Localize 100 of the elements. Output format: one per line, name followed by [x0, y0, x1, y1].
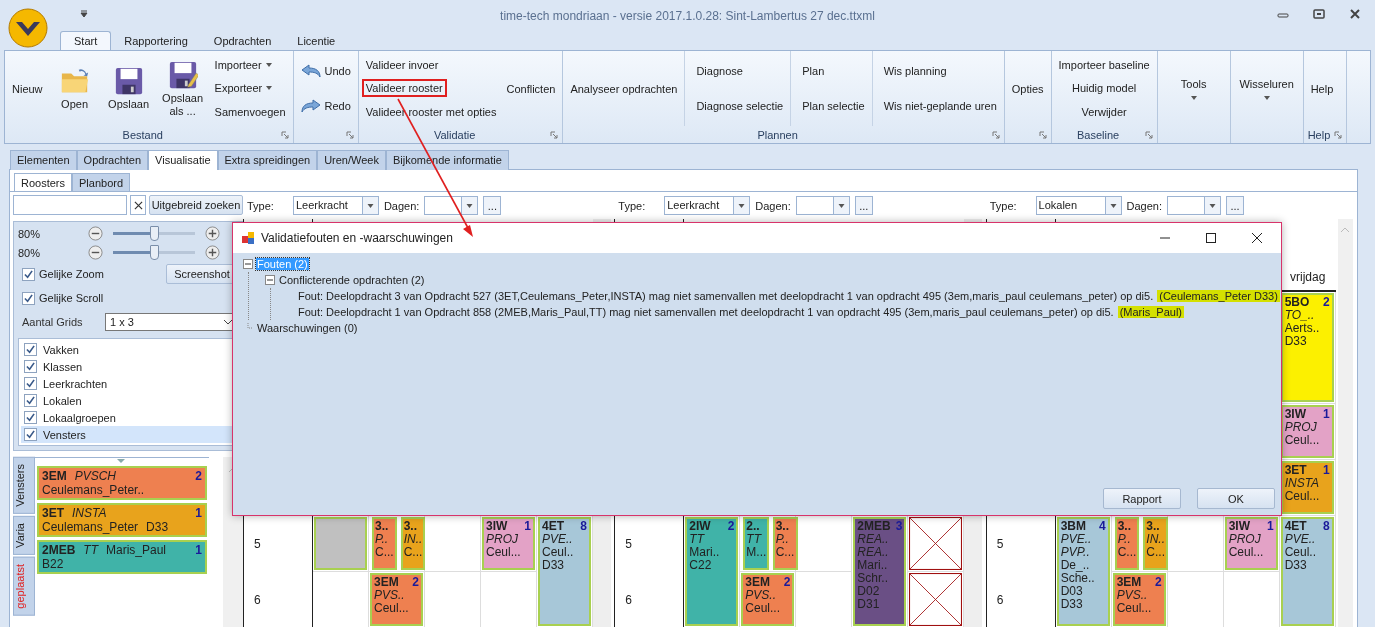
lesson-card[interactable]: 3.. IN.. C...	[400, 517, 426, 570]
lesson-card[interactable]: 3ET INSTA 1 Ceulemans_Peter D33	[37, 503, 207, 537]
zoom-out-icon[interactable]	[88, 245, 103, 260]
ribbon-button[interactable]: Valideer invoer	[362, 56, 442, 73]
dialog-launcher-icon[interactable]	[1038, 131, 1047, 139]
ribbon-button[interactable]: Opties	[1008, 80, 1047, 97]
document-tab[interactable]: Opdrachten	[76, 150, 149, 170]
document-tab[interactable]: Extra spreidingen	[217, 150, 318, 170]
type-dropdown[interactable]: Leerkracht	[292, 196, 379, 215]
ribbon-button[interactable]: Opslaan als ...	[157, 57, 208, 120]
ribbon-button[interactable]: Valideer rooster met opties	[362, 104, 500, 121]
caret-icon[interactable]	[117, 459, 125, 463]
close-icon[interactable]	[1251, 232, 1263, 244]
side-tab[interactable]: Vensters	[13, 457, 35, 514]
dialog-button[interactable]: OK	[1197, 488, 1275, 509]
maximize-icon[interactable]	[1205, 232, 1217, 244]
checkbox[interactable]	[24, 411, 37, 424]
ribbon-button[interactable]: Undo	[297, 61, 354, 80]
lesson-card[interactable]: 3IW 1 PROJ Ceul...	[1280, 405, 1334, 458]
view-tab[interactable]: Planbord	[72, 173, 131, 191]
ribbon-button[interactable]: Open	[49, 64, 100, 113]
ribbon-button[interactable]: Help	[1307, 80, 1337, 97]
tree-item[interactable]: Conflicterende opdrachten (2)	[278, 274, 426, 286]
ribbon-button[interactable]: Nieuw	[9, 80, 46, 97]
layer-item[interactable]: Vakken	[21, 341, 235, 358]
dialog-launcher-icon[interactable]	[1334, 131, 1343, 139]
advanced-search-button[interactable]: Uitgebreid zoeken	[149, 195, 243, 215]
lesson-card[interactable]: 4ET 8 PVE.. Ceul.. D33	[1280, 517, 1334, 626]
ribbon-button[interactable]: Plan	[799, 62, 828, 79]
layer-item[interactable]: Lokaalgroepen	[21, 409, 235, 426]
ribbon-button[interactable]: Opslaan	[103, 64, 154, 113]
zoom-out-icon[interactable]	[88, 226, 103, 241]
dialog-launcher-icon[interactable]	[1144, 131, 1153, 139]
more-button[interactable]: ...	[854, 196, 873, 215]
ribbon-button[interactable]: Analyseer opdrachten	[567, 80, 681, 97]
view-tab[interactable]: Roosters	[14, 173, 73, 191]
ribbon-button[interactable]: Wis planning	[880, 62, 950, 79]
close-icon[interactable]	[1349, 8, 1361, 20]
ribbon-button[interactable]: Verwijder	[1078, 104, 1130, 121]
layer-item[interactable]: Klassen	[21, 358, 235, 375]
ribbon-button[interactable]: Importeer baseline	[1055, 56, 1153, 73]
checkbox[interactable]	[24, 360, 37, 373]
ribbon-button[interactable]: Samenvoegen	[211, 104, 289, 121]
lesson-card[interactable]: 5BO 2 TO_.. Aerts.. D33	[1280, 293, 1334, 402]
ribbon-button[interactable]: Diagnose selectie	[693, 98, 787, 115]
ribbon-button[interactable]: Conflicten	[503, 80, 559, 97]
document-tab[interactable]: Visualisatie	[148, 150, 218, 170]
collapse-icon[interactable]	[265, 275, 275, 285]
ribbon-button[interactable]: Wis niet-geplande uren	[880, 98, 1000, 115]
lesson-card[interactable]: 3IW 1 PROJ Ceul...	[1224, 517, 1278, 570]
dialog-launcher-icon[interactable]	[345, 131, 354, 139]
document-tab[interactable]: Elementen	[10, 150, 77, 170]
zoom-in-icon[interactable]	[205, 245, 220, 260]
ribbon-tab[interactable]: Rapportering	[111, 32, 201, 50]
ribbon-menu-button[interactable]: Exporteer	[211, 80, 276, 97]
restore-icon[interactable]	[1313, 8, 1325, 20]
checkbox[interactable]	[22, 291, 35, 305]
lesson-card[interactable]: 3EM 2 PVS.. Ceul...	[370, 573, 423, 626]
lesson-card[interactable]: 3.. P.. C...	[1114, 517, 1140, 570]
layer-item[interactable]: Lokalen	[21, 392, 235, 409]
ribbon-menu-button[interactable]: Wisseluren	[1234, 75, 1299, 102]
search-field[interactable]	[13, 195, 127, 215]
ribbon-tab[interactable]: Licentie	[284, 32, 349, 50]
side-tab[interactable]: Varia	[13, 515, 35, 555]
layer-item[interactable]: Leerkrachten	[21, 375, 235, 392]
more-button[interactable]: ...	[1226, 196, 1245, 215]
ribbon-button[interactable]: Diagnose	[693, 62, 746, 79]
checkbox[interactable]	[24, 343, 37, 356]
dialog-launcher-icon[interactable]	[550, 131, 559, 139]
more-button[interactable]: ...	[483, 196, 502, 215]
dialog-button[interactable]: Rapport	[1103, 488, 1181, 509]
type-dropdown[interactable]: Lokalen	[1035, 196, 1122, 215]
checkbox[interactable]	[22, 267, 35, 281]
document-tab[interactable]: Uren/Week	[317, 150, 386, 170]
collapse-icon[interactable]	[243, 259, 253, 269]
lesson-card[interactable]: 4ET 8 PVE.. Ceul.. D33	[538, 517, 591, 626]
type-dropdown[interactable]: Leerkracht	[664, 196, 751, 215]
error-message[interactable]: Fout: Deelopdracht 3 van Opdracht 527 (3ET,Ceulemans_Peter,INSTA) mag niet samenvallen met deelopdracht 1 van opdracht 495 (3em,maris_paul ceulemans_peter) op di5.	[297, 290, 1155, 302]
app-logo-icon[interactable]	[8, 8, 48, 48]
ribbon-menu-button[interactable]: Importeer	[211, 56, 275, 73]
lesson-card[interactable]: 2IW 2 TT Mari.. C22	[685, 517, 739, 626]
checkbox[interactable]	[24, 377, 37, 390]
ribbon-button[interactable]: Redo	[297, 97, 354, 116]
lesson-card[interactable]: 3EM 2 PVS.. Ceul...	[1112, 573, 1166, 626]
ribbon-button[interactable]: Huidig model	[1069, 80, 1140, 97]
ribbon-menu-button[interactable]: Tools	[1161, 75, 1226, 102]
lesson-card[interactable]: 3.. P.. C...	[772, 517, 798, 570]
days-dropdown[interactable]	[424, 196, 479, 215]
lesson-card[interactable]: 3EM 2 PVS.. Ceul...	[741, 573, 795, 626]
checkbox[interactable]	[24, 428, 37, 441]
lesson-card[interactable]: 3BM 4 PVE.. PVP.. De_.. Sche.. D03 D33	[1056, 517, 1110, 626]
days-dropdown[interactable]	[795, 196, 850, 215]
quick-access-menu-icon[interactable]	[80, 10, 88, 18]
clear-button[interactable]	[130, 195, 146, 215]
error-message[interactable]: Fout: Deelopdracht 1 van Opdracht 858 (2MEB,Maris_Paul,TT) mag niet samenvallen met deelopdracht 1 van opdracht 495 (3em,maris_paul ceulemans_peter) op di5.	[297, 306, 1115, 318]
checkbox[interactable]	[24, 394, 37, 407]
dialog-launcher-icon[interactable]	[991, 131, 1000, 139]
lesson-card[interactable]: 3EM PVSCH 2 Ceulemans_Peter..	[37, 466, 207, 500]
ribbon-tab[interactable]: Start	[60, 31, 112, 50]
lesson-card[interactable]: 3.. IN.. C...	[1143, 517, 1168, 570]
